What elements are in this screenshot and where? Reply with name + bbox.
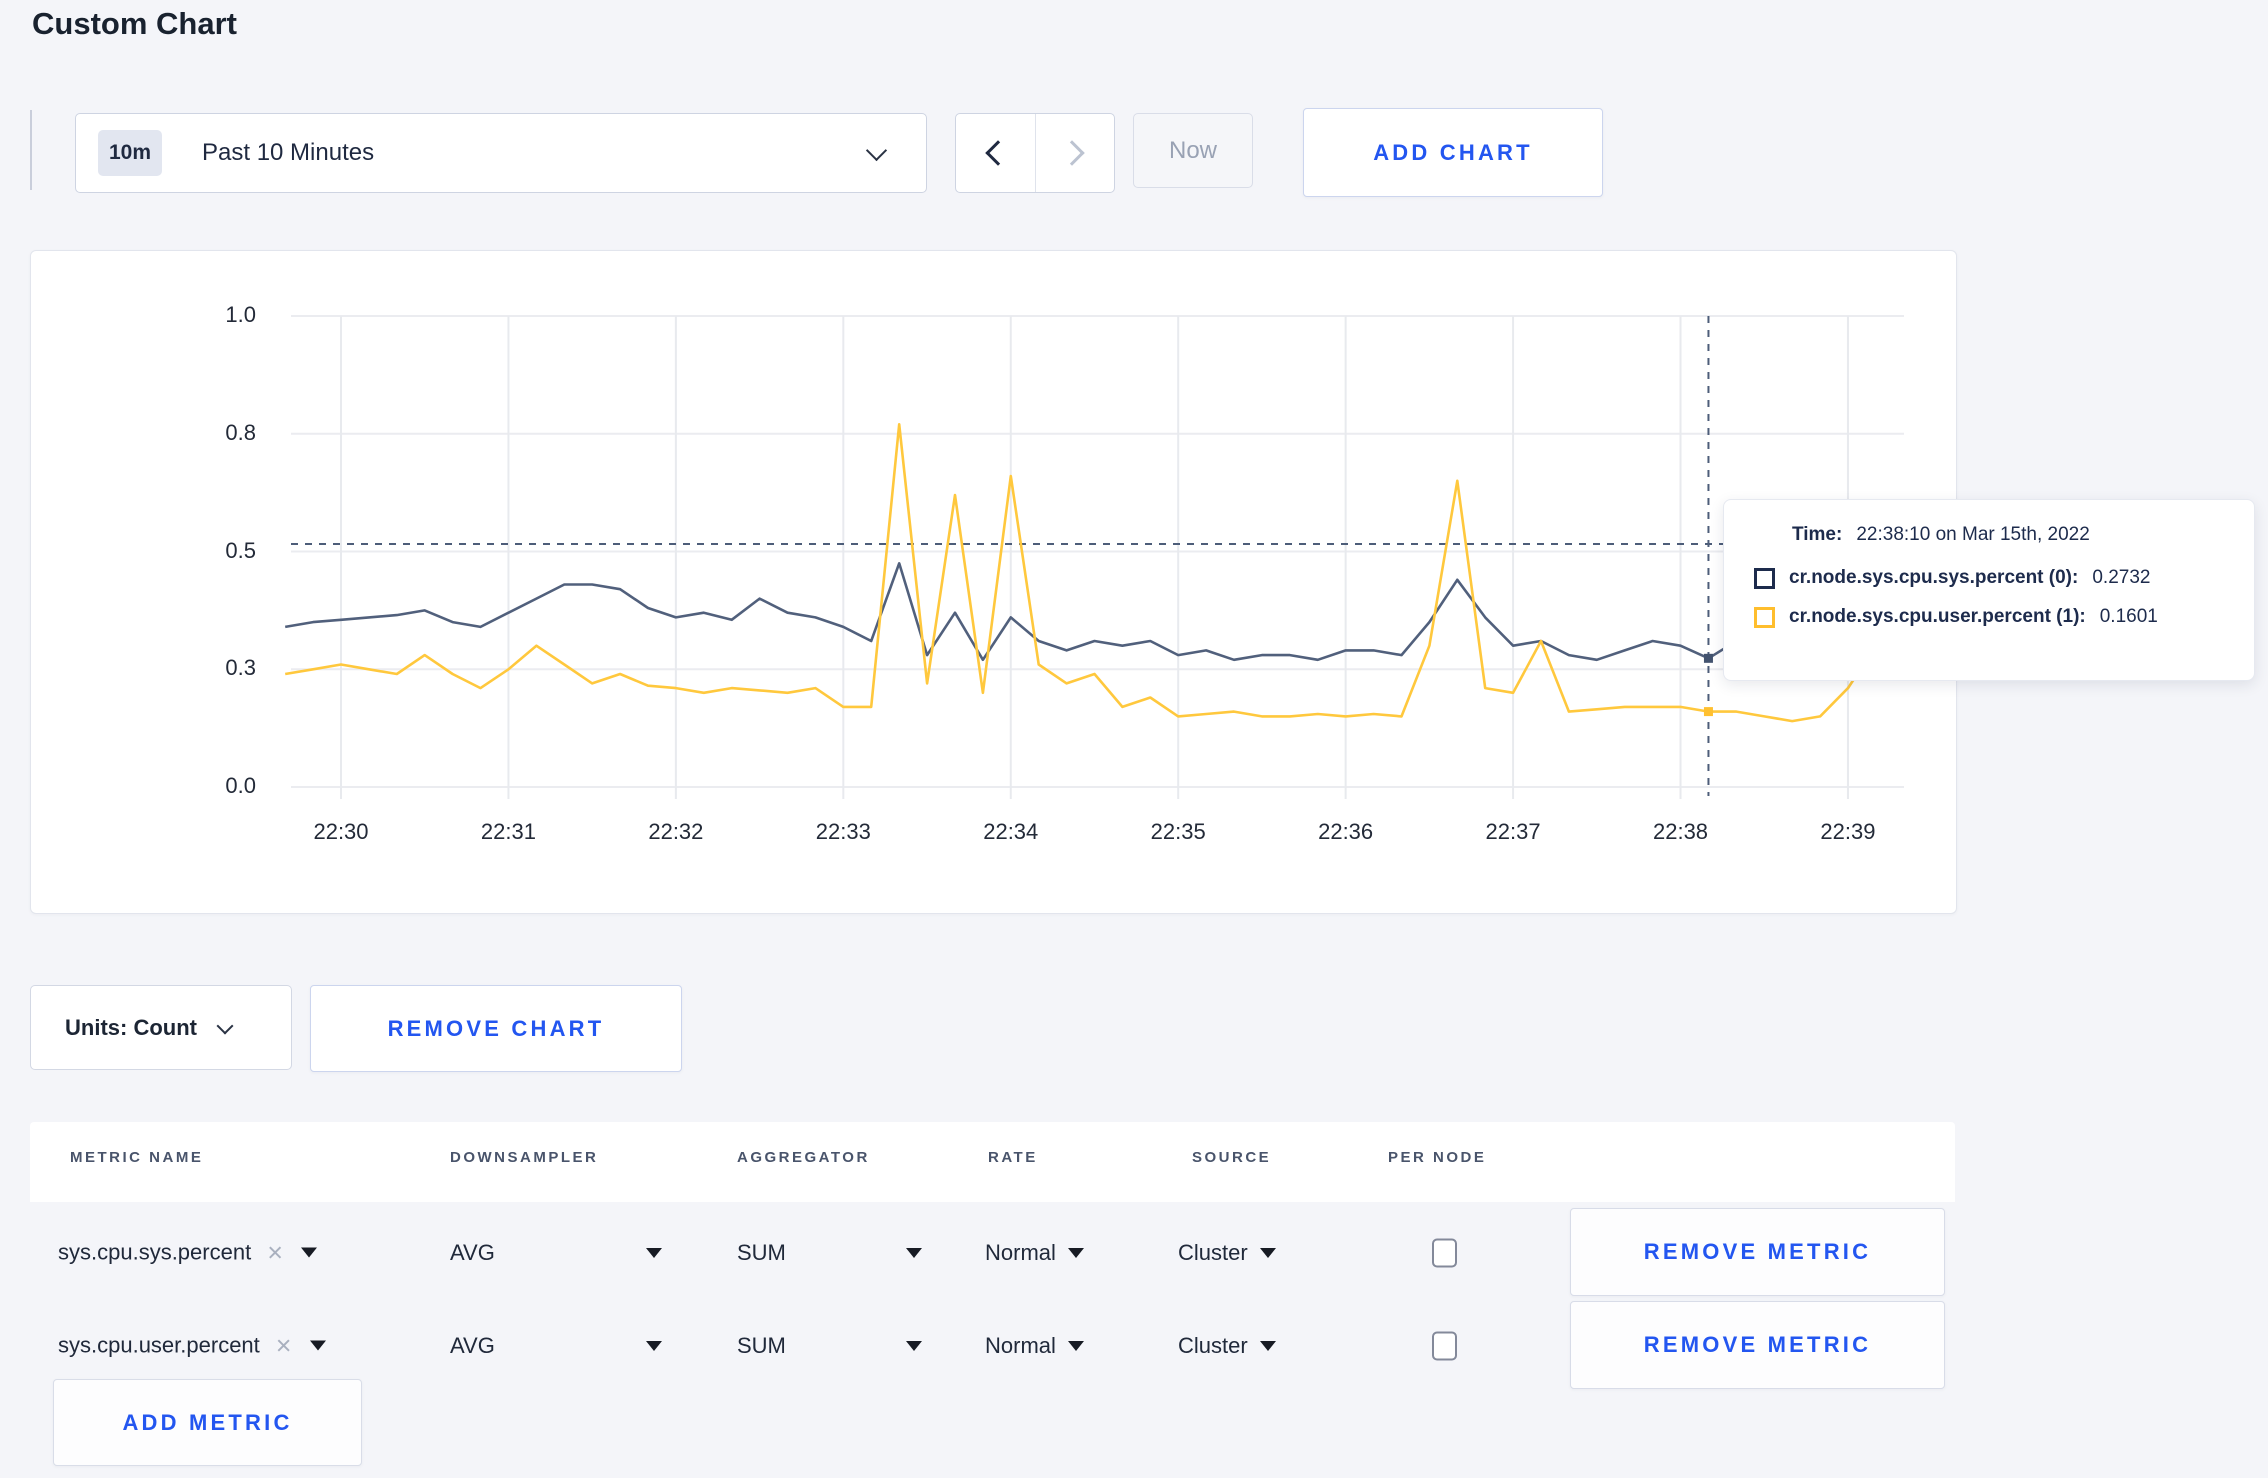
column-header-rate: RATE: [988, 1149, 1038, 1166]
caret-down-icon: [300, 1247, 317, 1258]
x-axis-tick-label: 22:39: [1820, 819, 1876, 844]
x-axis-tick-label: 22:36: [1318, 819, 1374, 844]
aggregator-value: SUM: [737, 1239, 786, 1265]
prev-time-button[interactable]: [956, 114, 1036, 192]
caret-down-icon: [309, 1340, 326, 1351]
tooltip-time-label: Time:: [1792, 524, 1843, 545]
aggregator-select[interactable]: SUM: [737, 1240, 922, 1266]
remove-metric-button[interactable]: REMOVE METRIC: [1570, 1208, 1945, 1296]
metrics-table-header: METRIC NAME DOWNSAMPLER AGGREGATOR RATE …: [30, 1122, 1955, 1202]
tooltip-series-value: 0.2732: [2092, 567, 2151, 588]
chevron-right-icon: [1059, 140, 1085, 166]
x-axis-tick-label: 22:31: [480, 819, 536, 844]
caret-down-icon: [906, 1247, 922, 1258]
caret-down-icon: [1067, 1247, 1084, 1258]
source-value: Cluster: [1178, 1239, 1248, 1265]
per-node-checkbox[interactable]: [1432, 1331, 1457, 1360]
y-axis-tick-label: 0.8: [225, 419, 256, 445]
chevron-down-icon: [865, 139, 888, 161]
chevron-down-icon: [216, 1017, 234, 1034]
rate-value: Normal: [985, 1239, 1056, 1265]
source-value: Cluster: [1178, 1332, 1248, 1358]
x-axis-tick-label: 22:32: [648, 819, 704, 844]
caret-down-icon: [1259, 1340, 1276, 1351]
metric-name-select[interactable]: sys.cpu.user.percent ×: [58, 1332, 326, 1359]
time-window-badge: 10m: [98, 130, 162, 176]
page-title: Custom Chart: [32, 6, 237, 41]
source-select[interactable]: Cluster: [1178, 1240, 1276, 1266]
caret-down-icon: [646, 1340, 662, 1351]
column-header-downsampler: DOWNSAMPLER: [450, 1149, 599, 1166]
remove-chart-button[interactable]: REMOVE CHART: [310, 985, 682, 1072]
add-chart-button[interactable]: ADD CHART: [1303, 108, 1603, 197]
tooltip-series-label: cr.node.sys.cpu.user.percent (1):: [1789, 606, 2086, 627]
downsampler-value: AVG: [450, 1332, 495, 1358]
downsampler-select[interactable]: AVG: [450, 1333, 662, 1359]
y-axis-tick-label: 1.0: [225, 302, 256, 327]
next-time-button[interactable]: [1036, 114, 1115, 192]
tooltip-series-label: cr.node.sys.cpu.sys.percent (0):: [1789, 567, 2079, 588]
y-axis-tick-label: 0.3: [225, 655, 256, 681]
metric-row: sys.cpu.sys.percent × AVG SUM Normal Clu…: [30, 1206, 1955, 1299]
close-icon[interactable]: ×: [276, 1332, 292, 1359]
rate-select[interactable]: Normal: [985, 1240, 1084, 1266]
column-header-metric-name: METRIC NAME: [70, 1149, 204, 1166]
caret-down-icon: [906, 1340, 922, 1351]
metric-name-select[interactable]: sys.cpu.sys.percent ×: [58, 1239, 317, 1266]
chart-plot-svg[interactable]: [31, 251, 1956, 913]
x-axis-tick-label: 22:35: [1150, 819, 1206, 844]
x-axis-tick-label: 22:33: [815, 819, 871, 844]
units-label: Units: Count: [65, 1014, 197, 1040]
downsampler-value: AVG: [450, 1239, 495, 1265]
rate-value: Normal: [985, 1332, 1056, 1358]
time-window-dropdown[interactable]: 10m Past 10 Minutes: [75, 113, 927, 193]
per-node-checkbox[interactable]: [1432, 1238, 1457, 1267]
caret-down-icon: [646, 1247, 662, 1258]
tooltip-series-row: cr.node.sys.cpu.user.percent (1): 0.1601: [1754, 606, 2254, 628]
rate-select[interactable]: Normal: [985, 1333, 1084, 1359]
metric-name: sys.cpu.sys.percent: [58, 1239, 252, 1265]
units-dropdown[interactable]: Units: Count: [30, 985, 292, 1070]
x-axis-tick-label: 22:38: [1652, 819, 1709, 844]
x-axis-tick-label: 22:34: [983, 819, 1039, 844]
downsampler-select[interactable]: AVG: [450, 1240, 662, 1266]
aggregator-value: SUM: [737, 1332, 786, 1358]
series-user-swatch-icon: [1754, 606, 1775, 628]
remove-metric-button[interactable]: REMOVE METRIC: [1570, 1301, 1945, 1389]
time-nav-arrows: [955, 113, 1115, 193]
series-sys-swatch-icon: [1754, 567, 1775, 589]
caret-down-icon: [1259, 1247, 1276, 1258]
caret-down-icon: [1067, 1340, 1084, 1351]
now-button[interactable]: Now: [1133, 113, 1253, 188]
aggregator-select[interactable]: SUM: [737, 1333, 922, 1359]
metric-name: sys.cpu.user.percent: [58, 1332, 260, 1358]
column-header-per-node: PER NODE: [1388, 1149, 1487, 1166]
tooltip-series-row: cr.node.sys.cpu.sys.percent (0): 0.2732: [1754, 567, 2254, 589]
x-axis-tick-label: 22:30: [313, 819, 369, 844]
tooltip-time-row: Time: 22:38:10 on Mar 15th, 2022: [1754, 524, 2254, 546]
tooltip-series-value: 0.1601: [2099, 606, 2158, 627]
y-axis-tick-label: 0.5: [225, 537, 256, 563]
source-select[interactable]: Cluster: [1178, 1333, 1276, 1359]
toolbar-left-divider: [30, 110, 32, 190]
chevron-left-icon: [985, 140, 1011, 166]
column-header-aggregator: AGGREGATOR: [737, 1149, 870, 1166]
column-header-source: SOURCE: [1192, 1149, 1272, 1166]
y-axis-tick-label: 0.0: [225, 773, 256, 798]
x-axis-tick-label: 22:37: [1485, 819, 1541, 844]
add-metric-button[interactable]: ADD METRIC: [53, 1379, 362, 1466]
chart-card: 0.0 0.3 0.5 0.8 1.0 22:30 22:31 22:32 22:33 22:34…: [30, 250, 1957, 914]
close-icon[interactable]: ×: [267, 1239, 283, 1266]
chart-tooltip: Time: 22:38:10 on Mar 15th, 2022 cr.node.…: [1723, 499, 2255, 681]
tooltip-time-value: 22:38:10 on Mar 15th, 2022: [1856, 524, 2090, 545]
time-window-label: Past 10 Minutes: [202, 139, 375, 166]
